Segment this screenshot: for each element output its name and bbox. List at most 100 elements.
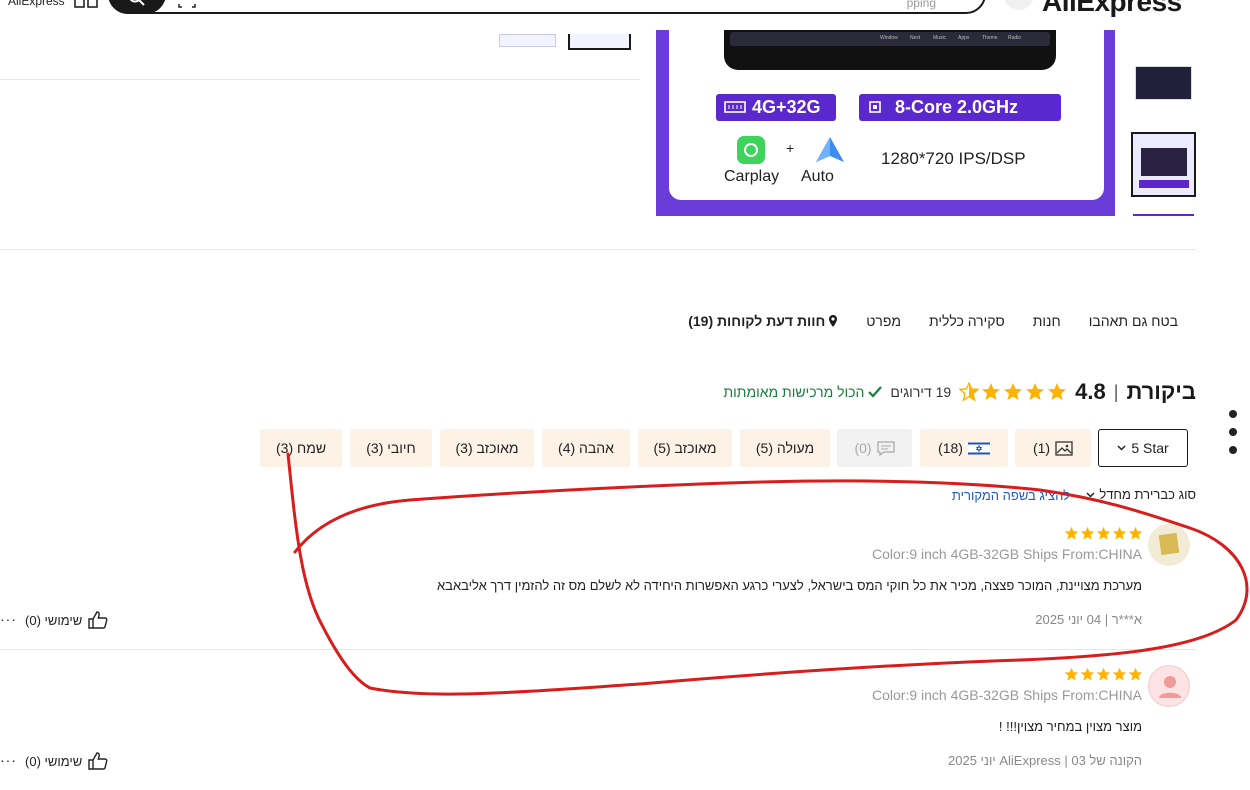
memory-chip-icon [724, 101, 746, 113]
search-button[interactable] [108, 0, 166, 14]
resolution-label: 1280*720 IPS/DSP [881, 149, 1026, 168]
helpful-count: שימושי (0) [25, 612, 83, 628]
auto-label: Auto [801, 168, 834, 185]
tab-recommendations[interactable]: בטח גם תאהבו [1089, 313, 1178, 329]
filter-chip-positive[interactable]: חיובי (3) [350, 429, 432, 467]
sort-dropdown[interactable]: סוג כברירת מחדל [1086, 487, 1196, 502]
star-filter-select[interactable]: 5 Star [1098, 429, 1188, 467]
review-sku: Color:9 inch 4GB-32GB Ships From:CHINA [872, 687, 1142, 703]
filter-photos[interactable]: (1) [1015, 429, 1091, 467]
star-icon [1048, 383, 1067, 400]
product-tabs: חוות דעת לקוחות (19) מפרט סקירה כללית חנ… [688, 313, 1178, 329]
product-main-image[interactable]: Window Next Music Apps Theme Radio 4G+32… [656, 30, 1115, 216]
gallery-thumbnail[interactable] [499, 34, 556, 47]
side-thumbnail-selected[interactable] [1131, 132, 1196, 197]
rating-separator: | [1113, 381, 1119, 402]
screen-label: Music [933, 35, 947, 41]
more-options-button[interactable]: ··· [0, 752, 17, 768]
location-pin-icon [829, 315, 838, 327]
tab-store[interactable]: חנות [1033, 313, 1061, 329]
helpful-count: שימושי (0) [25, 753, 83, 769]
memory-badge: 4G+32G [716, 94, 836, 121]
filter-chip-disappointed-2[interactable]: מאוכזב (3) [440, 429, 534, 467]
camera-icon[interactable] [178, 0, 196, 8]
filter-country[interactable]: (18) [920, 429, 1008, 467]
screen-label: Next [910, 35, 921, 41]
screen-label: Apps [958, 35, 970, 41]
filter-chip-love[interactable]: אהבה (4) [542, 429, 630, 467]
device-screen: Window Next Music Apps Theme Radio [724, 30, 1056, 70]
star-icon [1064, 526, 1079, 540]
review-sku: Color:9 inch 4GB-32GB Ships From:CHINA [872, 546, 1142, 562]
verified-purchases: הכול מרכישות מאומתות [724, 384, 883, 400]
divider [0, 79, 640, 80]
star-icon [1026, 383, 1045, 400]
divider [0, 249, 1196, 250]
search-bar[interactable]: pping [108, 0, 986, 14]
filter-country-count: (18) [938, 440, 963, 456]
cpu-badge-text: 8-Core 2.0GHz [895, 97, 1019, 117]
avatar [1148, 524, 1190, 566]
filter-comments[interactable]: (0) [837, 429, 912, 467]
star-icon [1096, 667, 1111, 681]
gallery-thumbnail-selected[interactable] [568, 34, 631, 50]
cpu-badge: 8-Core 2.0GHz [859, 94, 1061, 121]
tab-overview[interactable]: סקירה כללית [929, 313, 1005, 329]
star-half-icon [959, 382, 980, 402]
rating-count: 19 דירוגים [890, 384, 952, 400]
search-placeholder[interactable]: pping [907, 0, 936, 10]
filter-chip-excellent[interactable]: מעולה (5) [740, 429, 830, 467]
brand-logo[interactable]: AliExpress [1042, 0, 1182, 18]
star-icon [1096, 526, 1111, 540]
review-author-date: הקונה של AliExpress | 03 יוני 2025 [948, 753, 1142, 768]
image-icon [1055, 440, 1073, 456]
menu-icon[interactable] [1004, 0, 1034, 10]
more-options-button[interactable]: ··· [0, 611, 17, 627]
rating-stars [959, 382, 1067, 402]
screen-label: Window [880, 35, 898, 41]
review-text: מוצר מצוין במחיר מצוין!!! ! [998, 719, 1142, 734]
chevron-down-icon [1086, 491, 1095, 498]
check-icon [868, 386, 883, 398]
side-thumbnail[interactable] [1135, 66, 1192, 100]
android-auto-icon [816, 137, 844, 162]
review-stars [1064, 667, 1143, 682]
search-icon [129, 0, 145, 6]
star-icon [1080, 526, 1095, 540]
product-image-panel: Window Next Music Apps Theme Radio 4G+32… [669, 30, 1104, 200]
screen-label: Radio [1008, 35, 1022, 41]
star-icon [1128, 526, 1143, 540]
reviews-heading: ביקורת [1126, 379, 1196, 404]
filter-chip-happy[interactable]: שמח (3) [260, 429, 342, 467]
carplay-label: Carplay [724, 168, 780, 185]
helpful-button[interactable]: שימושי (0) [25, 752, 108, 770]
chevron-down-icon [1117, 445, 1126, 451]
helpful-button[interactable]: שימושי (0) [25, 611, 108, 629]
star-icon [1064, 667, 1079, 681]
show-original-language-link[interactable]: להציג בשפה המקורית [952, 488, 1070, 503]
rating-value: 4.8 [1075, 379, 1106, 404]
star-icon [982, 383, 1001, 400]
sort-label: סוג כברירת מחדל [1099, 487, 1196, 502]
grid-icon[interactable] [74, 0, 98, 9]
screen-label: Theme [982, 35, 998, 41]
israel-flag-icon [967, 440, 990, 456]
tab-reviews[interactable]: חוות דעת לקוחות (19) [688, 313, 838, 329]
brand-name-small[interactable]: AliExpress [8, 0, 65, 8]
rating-summary: ביקורת | 4.8 19 דירוגים הכול מרכישות מאו… [724, 379, 1197, 405]
comment-icon [876, 440, 895, 456]
plus-sign: + [786, 140, 795, 156]
filter-chip-disappointed[interactable]: מאוכזב (5) [638, 429, 732, 467]
avatar [1148, 665, 1190, 707]
thumbs-up-icon [88, 752, 108, 770]
tab-specifications[interactable]: מפרט [866, 313, 901, 329]
side-thumbnail-partial[interactable] [1133, 214, 1194, 216]
verified-text: הכול מרכישות מאומתות [723, 384, 865, 400]
cpu-chip-icon [869, 101, 881, 113]
review-author-date: א***ר | 04 יוני 2025 [1035, 612, 1142, 627]
star-icon [1128, 667, 1143, 681]
review-stars [1064, 526, 1143, 541]
user-avatar-icon [1159, 676, 1181, 698]
star-icon [1112, 667, 1127, 681]
tab-reviews-label: חוות דעת לקוחות (19) [688, 313, 826, 329]
